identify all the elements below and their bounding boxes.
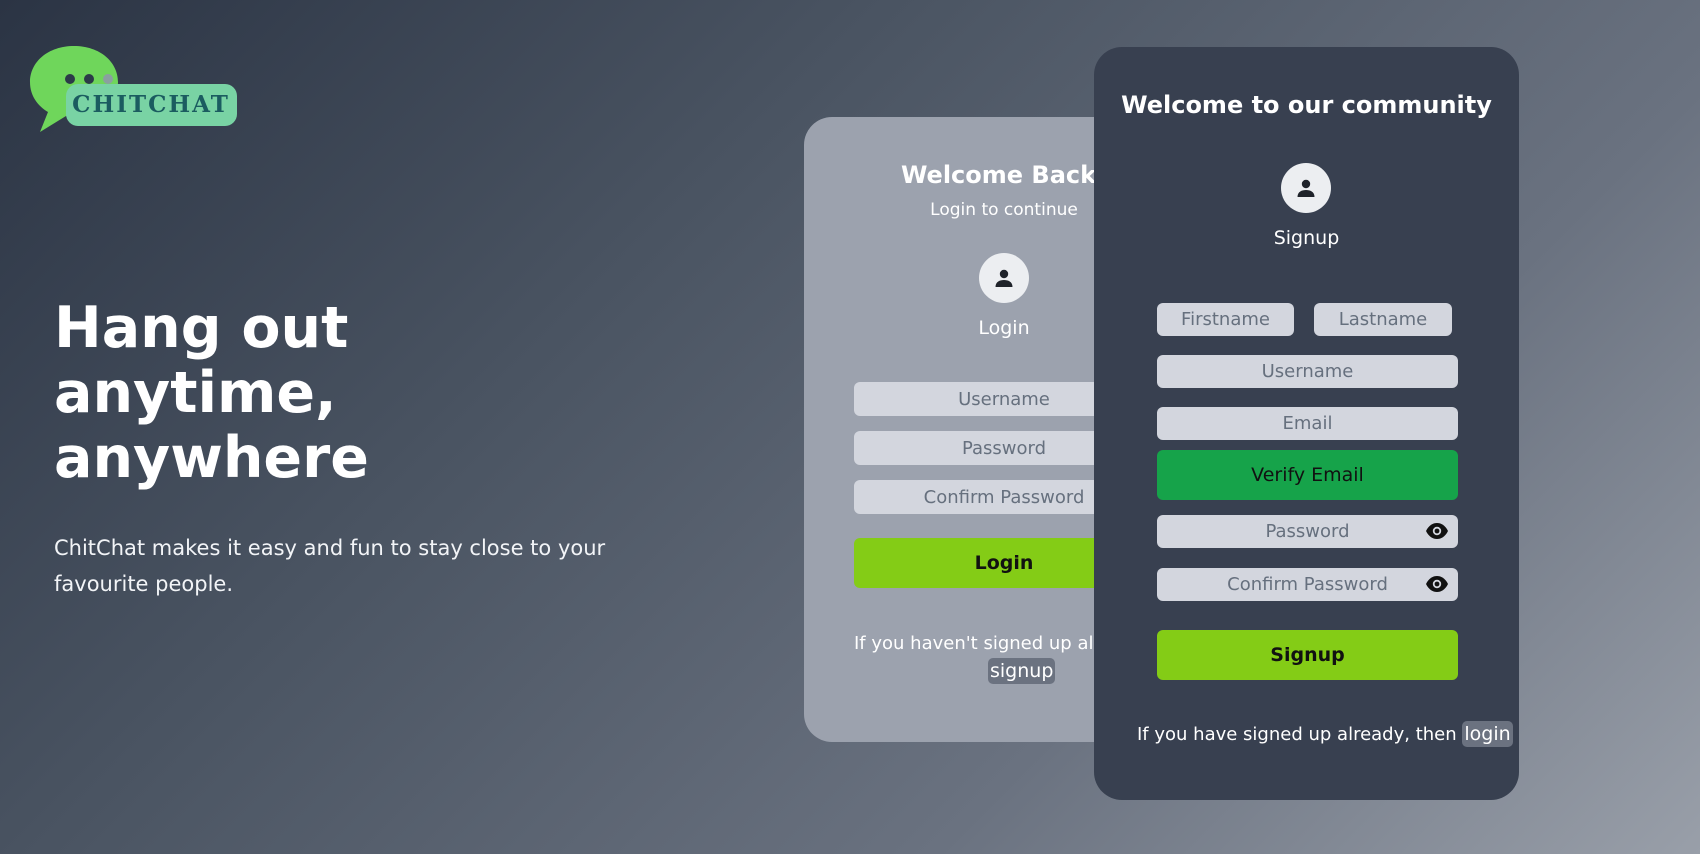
chat-bubble-logo-icon: CHITCHAT [30, 46, 237, 132]
signup-avatar-label: Signup [1273, 227, 1340, 249]
signup-card: Welcome to our community Signup Verify E… [1094, 47, 1519, 800]
email-input[interactable] [1157, 407, 1458, 440]
confirm-password-eye-toggle[interactable] [1424, 571, 1450, 597]
signup-avatar [1281, 163, 1331, 213]
signup-username-input[interactable] [1157, 355, 1458, 388]
password-eye-toggle[interactable] [1424, 518, 1450, 544]
verify-email-button[interactable]: Verify Email [1157, 450, 1458, 500]
login-avatar [979, 253, 1029, 303]
signup-switch-text: If you have signed up already, then logi… [1137, 721, 1513, 747]
login-switch-link-wrap: signup [988, 658, 1056, 684]
eye-icon [1426, 576, 1448, 592]
login-link[interactable]: login [1462, 721, 1513, 747]
signup-switch-message: If you have signed up already, then [1137, 724, 1463, 745]
signup-title: Welcome to our community [1121, 91, 1492, 119]
user-icon [995, 269, 1013, 287]
lastname-input[interactable] [1314, 303, 1452, 336]
user-icon [1297, 179, 1315, 197]
signup-confirm-password-input[interactable] [1157, 568, 1458, 601]
brand-name: CHITCHAT [72, 91, 230, 118]
hero-title: Hang out anytime, anywhere [54, 295, 369, 491]
chitchat-logo[interactable]: CHITCHAT [26, 44, 241, 134]
signup-password-input[interactable] [1157, 515, 1458, 548]
eye-icon [1426, 523, 1448, 539]
signup-link[interactable]: signup [988, 658, 1056, 684]
firstname-input[interactable] [1157, 303, 1294, 336]
signup-button[interactable]: Signup [1157, 630, 1458, 680]
hero-subtitle: ChitChat makes it easy and fun to stay c… [54, 536, 606, 596]
